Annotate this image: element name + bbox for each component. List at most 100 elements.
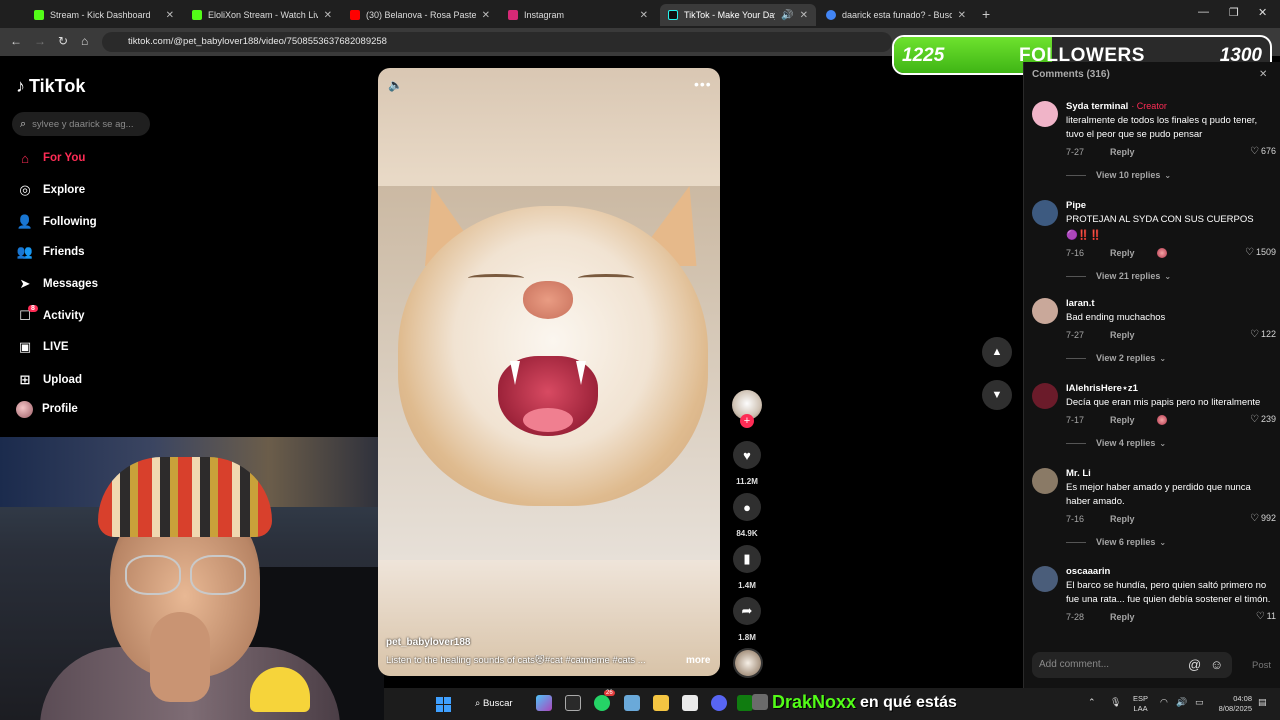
windows-start-icon[interactable] bbox=[436, 697, 451, 712]
url-field[interactable]: tiktok.com/@pet_babylover188/video/75085… bbox=[102, 32, 892, 52]
wifi-icon[interactable]: ◠ bbox=[1160, 697, 1168, 708]
close-icon[interactable]: ✕ bbox=[640, 10, 648, 21]
microphone-icon[interactable]: 🎙 bbox=[1110, 697, 1121, 708]
forward-icon[interactable]: → bbox=[34, 34, 46, 48]
reply-button[interactable]: Reply bbox=[1110, 612, 1135, 622]
maximize-icon[interactable]: ❐ bbox=[1229, 6, 1239, 19]
volume-icon[interactable]: 🔊 bbox=[1176, 697, 1187, 708]
comments-close-icon[interactable]: ✕ bbox=[1259, 69, 1267, 80]
new-tab-button[interactable]: + bbox=[982, 6, 990, 22]
discord-icon[interactable] bbox=[711, 695, 727, 711]
like-button[interactable]: ♥ bbox=[733, 441, 761, 469]
copilot-icon[interactable] bbox=[536, 695, 552, 711]
add-comment-input[interactable]: Add comment... bbox=[1032, 652, 1232, 678]
taskbar-search-button[interactable]: ⌕ Buscar bbox=[475, 698, 513, 709]
share-button[interactable]: ➦ bbox=[733, 597, 761, 625]
tab-instagram[interactable]: Instagram ✕ bbox=[500, 4, 656, 26]
comment-avatar[interactable] bbox=[1032, 383, 1058, 409]
view-replies-button[interactable]: View 10 replies ⌄ bbox=[1066, 170, 1276, 180]
save-button[interactable]: ▮ bbox=[733, 545, 761, 573]
search-input[interactable]: ⌕ sylvee y daarick se ag... bbox=[12, 112, 150, 136]
reply-button[interactable]: Reply bbox=[1110, 248, 1135, 258]
speaker-icon[interactable]: 🔊 bbox=[781, 10, 793, 21]
reload-icon[interactable]: ↻ bbox=[58, 34, 68, 48]
comment-like-button[interactable]: ♡ 11 bbox=[1256, 611, 1276, 622]
close-icon[interactable]: ✕ bbox=[166, 10, 174, 21]
system-clock[interactable]: 04:08 8/08/2025 bbox=[1214, 694, 1252, 714]
comment-like-button[interactable]: ♡ 239 bbox=[1250, 414, 1276, 425]
battery-icon[interactable]: ▭ bbox=[1195, 697, 1204, 708]
close-icon[interactable]: ✕ bbox=[324, 10, 332, 21]
view-replies-button[interactable]: View 2 replies ⌄ bbox=[1066, 353, 1276, 363]
follow-plus-icon[interactable]: + bbox=[740, 414, 754, 428]
comment-like-button[interactable]: ♡ 1509 bbox=[1245, 247, 1276, 258]
previous-video-button[interactable]: ▲ bbox=[982, 337, 1012, 367]
nav-following[interactable]: 👤 Following bbox=[16, 211, 97, 233]
tab-tiktok[interactable]: TikTok - Make Your Day 🔊 ✕ bbox=[660, 4, 816, 26]
comment-like-button[interactable]: ♡ 676 bbox=[1250, 146, 1276, 157]
comment-avatar[interactable] bbox=[1032, 200, 1058, 226]
nav-explore[interactable]: ◎ Explore bbox=[16, 179, 85, 201]
comment-author[interactable]: IAlehrisHere⋆z1 bbox=[1066, 383, 1276, 394]
tab-kick-stream[interactable]: EloliXon Stream - Watch Live on Kick ✕ bbox=[184, 4, 340, 26]
app-icon[interactable] bbox=[624, 695, 640, 711]
comment-avatar[interactable] bbox=[1032, 468, 1058, 494]
tiktok-logo[interactable]: ♪ TikTok bbox=[16, 76, 85, 97]
nav-messages[interactable]: ➤ Messages bbox=[16, 273, 98, 295]
store-icon[interactable] bbox=[682, 695, 698, 711]
window-close-icon[interactable]: ✕ bbox=[1258, 6, 1267, 19]
comment-author[interactable]: Syda terminal bbox=[1066, 101, 1128, 112]
minimize-icon[interactable]: — bbox=[1198, 6, 1209, 18]
reply-button[interactable]: Reply bbox=[1110, 330, 1135, 340]
chevron-down-icon: ⌄ bbox=[1164, 170, 1172, 180]
comment-avatar[interactable] bbox=[1032, 101, 1058, 127]
mention-icon[interactable]: @ bbox=[1188, 657, 1201, 672]
back-icon[interactable]: ← bbox=[10, 34, 22, 48]
comment-author[interactable]: Pipe bbox=[1066, 200, 1276, 211]
chevron-down-icon: ▼ bbox=[991, 389, 1003, 401]
comment-button[interactable]: ● bbox=[733, 493, 761, 521]
tab-google-search[interactable]: daarick esta funado? - Buscar con Google… bbox=[818, 4, 974, 26]
view-replies-button[interactable]: View 21 replies ⌄ bbox=[1066, 271, 1276, 281]
language-indicator[interactable]: ESP LAA bbox=[1133, 694, 1148, 714]
app-icon[interactable] bbox=[565, 695, 581, 711]
video-player[interactable] bbox=[378, 68, 720, 676]
video-author[interactable]: pet_babylover188 bbox=[386, 637, 471, 648]
reply-button[interactable]: Reply bbox=[1110, 514, 1135, 524]
comment-avatar[interactable] bbox=[1032, 566, 1058, 592]
close-icon[interactable]: ✕ bbox=[800, 10, 808, 21]
comment-avatar[interactable] bbox=[1032, 298, 1058, 324]
reply-button[interactable]: Reply bbox=[1110, 415, 1135, 425]
comment-author[interactable]: Mr. Li bbox=[1066, 468, 1276, 479]
nav-for-you[interactable]: ⌂ For You bbox=[16, 147, 85, 169]
nav-live[interactable]: ▣ LIVE bbox=[16, 336, 69, 358]
notification-icon[interactable]: ▤ bbox=[1258, 697, 1267, 708]
view-replies-button[interactable]: View 4 replies ⌄ bbox=[1066, 438, 1276, 448]
post-button[interactable]: Post bbox=[1252, 660, 1271, 671]
tab-kick-dashboard[interactable]: Stream - Kick Dashboard ✕ bbox=[26, 4, 182, 26]
home-icon[interactable]: ⌂ bbox=[81, 34, 88, 48]
nav-friends[interactable]: 👥 Friends bbox=[16, 241, 85, 263]
view-replies-button[interactable]: View 6 replies ⌄ bbox=[1066, 537, 1276, 547]
comment-author[interactable]: oscaaarin bbox=[1066, 566, 1276, 577]
comment-like-button[interactable]: ♡ 122 bbox=[1250, 329, 1276, 340]
emoji-icon[interactable]: ☺ bbox=[1210, 657, 1223, 672]
next-video-button[interactable]: ▼ bbox=[982, 380, 1012, 410]
close-icon[interactable]: ✕ bbox=[958, 10, 966, 21]
comment-author[interactable]: laran.t bbox=[1066, 298, 1276, 309]
chevron-up-icon[interactable]: ⌃ bbox=[1088, 697, 1096, 708]
close-icon[interactable]: ✕ bbox=[482, 10, 490, 21]
whatsapp-icon[interactable] bbox=[594, 695, 610, 711]
comment-like-button[interactable]: ♡ 992 bbox=[1250, 513, 1276, 524]
xbox-icon[interactable] bbox=[737, 695, 753, 711]
nav-upload[interactable]: ⊞ Upload bbox=[16, 369, 82, 391]
sound-disc[interactable] bbox=[733, 648, 763, 678]
tab-youtube[interactable]: (30) Belanova - Rosa Pastel (Lyric Video… bbox=[342, 4, 498, 26]
nav-activity[interactable]: ☐ 8 Activity bbox=[16, 305, 85, 327]
caption-more-button[interactable]: more bbox=[686, 655, 710, 666]
reply-button[interactable]: Reply bbox=[1110, 147, 1135, 157]
volume-icon[interactable]: 🔈 bbox=[388, 78, 403, 92]
more-options-icon[interactable]: ••• bbox=[694, 76, 712, 92]
nav-profile[interactable]: Profile bbox=[16, 398, 78, 420]
folder-icon[interactable] bbox=[653, 695, 669, 711]
